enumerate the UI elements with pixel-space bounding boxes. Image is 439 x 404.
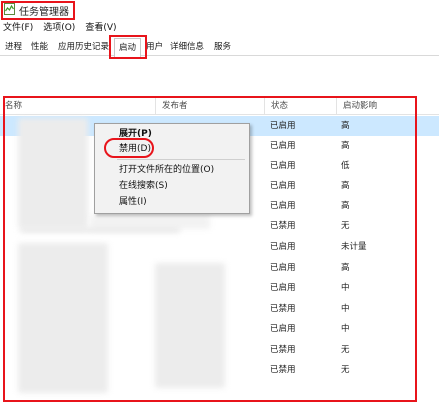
row-impact: 未计量 [341,242,367,252]
column-divider[interactable] [264,98,265,115]
tab-highlight [109,35,147,59]
row-status: 已启用 [270,181,296,191]
row-impact: 无 [341,221,350,231]
tab-users[interactable]: 用户 [146,41,163,56]
column-divider[interactable] [336,98,337,115]
menu-item-search-online[interactable]: 在线搜索(S) [119,179,168,193]
row-status: 已启用 [270,263,296,273]
row-impact: 中 [341,324,350,334]
blurred-app-names [18,243,108,393]
disable-highlight [104,138,154,158]
row-status: 已禁用 [270,365,296,375]
column-divider[interactable] [155,98,156,115]
row-impact: 高 [341,201,350,211]
row-impact: 中 [341,283,350,293]
row-impact: 无 [341,345,350,355]
tab-processes[interactable]: 进程 [5,41,22,56]
row-status: 已禁用 [270,304,296,314]
tab-services[interactable]: 服务 [214,41,231,56]
row-impact: 低 [341,161,350,171]
row-impact: 中 [341,304,350,314]
column-header: 名称 发布者 状态 启动影响 [0,98,439,115]
row-status: 已禁用 [270,221,296,231]
row-status: 已启用 [270,283,296,293]
row-status: 已启用 [270,141,296,151]
row-status: 已启用 [270,161,296,171]
row-impact: 高 [341,121,350,131]
menu-item-properties[interactable]: 属性(I) [119,195,147,209]
row-status: 已启用 [270,121,296,131]
column-status[interactable]: 状态 [266,98,288,115]
blurred-publishers [155,263,225,388]
tab-bar: 进程 性能 应用历史记录 启动 用户 详细信息 服务 [0,38,439,57]
tab-details[interactable]: 详细信息 [170,41,204,56]
row-status: 已启用 [270,324,296,334]
column-publisher[interactable]: 发布者 [157,98,188,115]
row-impact: 高 [341,181,350,191]
tab-performance[interactable]: 性能 [31,41,48,56]
blurred-app-names [20,229,180,232]
title-highlight [1,1,75,20]
row-impact: 高 [341,263,350,273]
menu-options[interactable]: 选项(O) [40,21,78,35]
row-status: 已启用 [270,201,296,211]
blurred-app-names [18,118,88,228]
row-status: 已启用 [270,242,296,252]
menu-item-open-location[interactable]: 打开文件所在的位置(O) [119,163,214,177]
context-menu: 展开(P) 禁用(D) 打开文件所在的位置(O) 在线搜索(S) 属性(I) [94,123,250,214]
menu-file[interactable]: 文件(F) [0,21,36,35]
row-impact: 无 [341,365,350,375]
blurred-app-names [90,215,210,229]
column-name[interactable]: 名称 [0,98,22,115]
column-impact[interactable]: 启动影响 [338,98,377,115]
menu-bar: 文件(F) 选项(O) 查看(V) [0,21,124,35]
menu-separator [117,159,245,160]
row-status: 已禁用 [270,345,296,355]
row-impact: 高 [341,141,350,151]
menu-view[interactable]: 查看(V) [82,21,119,35]
tab-app-history[interactable]: 应用历史记录 [58,41,109,56]
